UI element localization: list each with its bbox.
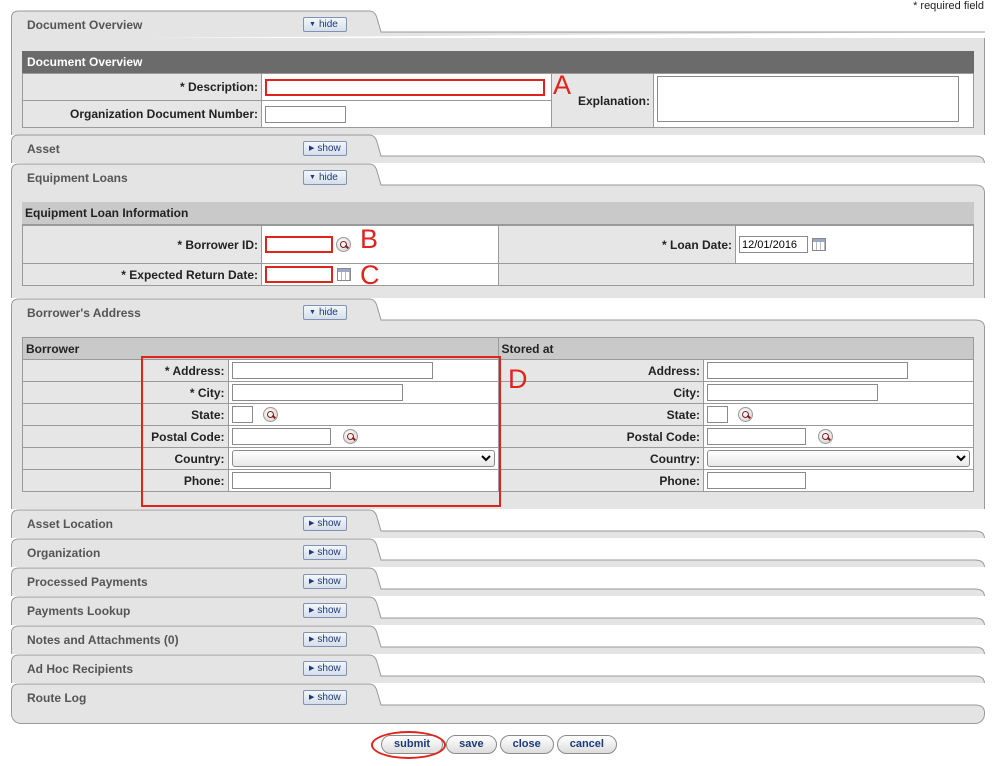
tab-payments-lookup: Payments Lookup ▶ show xyxy=(11,596,985,625)
stored-state-input[interactable] xyxy=(707,406,728,423)
highlight-ring-submit xyxy=(371,731,446,759)
expected-return-date-label: * Expected Return Date: xyxy=(22,263,262,286)
document-overview-panel: Document Overview * Description: Explana… xyxy=(11,38,985,135)
stored-address-label: Address: xyxy=(497,359,704,382)
lookup-icon[interactable] xyxy=(738,406,753,422)
tab-shape xyxy=(11,538,985,567)
tab-title: Route Log xyxy=(27,691,87,705)
stored-city-label: City: xyxy=(497,381,704,404)
calendar-icon[interactable] xyxy=(812,237,826,251)
stored-address-input[interactable] xyxy=(707,362,908,379)
show-payments-lookup-button[interactable]: ▶ show xyxy=(303,603,347,618)
org-doc-number-input[interactable] xyxy=(265,105,346,123)
tab-shape xyxy=(11,134,985,163)
tab-title: Borrower's Address xyxy=(27,306,141,320)
hide-equipment-loans-button[interactable]: ▼ hide xyxy=(303,170,347,185)
borrower-id-input[interactable] xyxy=(265,236,333,253)
tab-title: Processed Payments xyxy=(27,575,148,589)
tab-document-overview: Document Overview ▼ hide xyxy=(11,10,985,39)
triangle-right-icon: ▶ xyxy=(309,145,315,152)
org-doc-number-label: Organization Document Number: xyxy=(22,100,262,128)
tab-shape xyxy=(11,509,985,538)
show-notes-and-attachments-button[interactable]: ▶ show xyxy=(303,632,347,647)
stored-country-select[interactable] xyxy=(707,450,970,467)
triangle-right-icon: ▶ xyxy=(309,607,315,614)
tab-borrowers-address: Borrower's Address ▼ hide xyxy=(11,298,985,327)
tab-equipment-loans: Equipment Loans ▼ hide xyxy=(11,163,985,192)
tab-title: Organization xyxy=(27,546,101,560)
tab-title: Document Overview xyxy=(27,18,143,32)
stored-postal-code-input[interactable] xyxy=(707,428,806,445)
tab-processed-payments: Processed Payments ▶ show xyxy=(11,567,985,596)
marker-b: B xyxy=(360,224,379,254)
loan-date-input[interactable] xyxy=(739,236,808,253)
lookup-icon[interactable] xyxy=(818,428,833,444)
tab-asset-location: Asset Location ▶ show xyxy=(11,509,985,538)
description-label: * Description: xyxy=(22,73,262,101)
tab-title: Notes and Attachments (0) xyxy=(27,633,179,647)
tab-title: Payments Lookup xyxy=(27,604,131,618)
highlight-box-borrower-address xyxy=(141,356,501,507)
show-processed-payments-button[interactable]: ▶ show xyxy=(303,574,347,589)
show-route-log-button[interactable]: ▶ show xyxy=(303,690,347,705)
expected-return-date-input[interactable] xyxy=(265,266,333,283)
tab-title: Ad Hoc Recipients xyxy=(27,662,134,676)
section-title: Equipment Loan Information xyxy=(22,202,974,225)
tab-route-log: Route Log ▶ show xyxy=(11,683,985,712)
tab-shape xyxy=(11,596,985,625)
marker-c: C xyxy=(360,260,380,290)
triangle-down-icon: ▼ xyxy=(309,309,316,316)
tab-shape xyxy=(11,163,985,192)
equipment-loans-panel: Equipment Loan Information * Borrower ID… xyxy=(11,192,985,298)
hide-document-overview-button[interactable]: ▼ hide xyxy=(303,17,347,32)
show-ad-hoc-recipients-button[interactable]: ▶ show xyxy=(303,661,347,676)
show-asset-button[interactable]: ▶ show xyxy=(303,141,347,156)
triangle-right-icon: ▶ xyxy=(309,520,315,527)
loan-date-label: * Loan Date: xyxy=(498,225,736,264)
tab-title: Asset Location xyxy=(27,517,114,531)
section-title: Document Overview xyxy=(22,51,974,73)
tab-shape xyxy=(11,567,985,596)
show-organization-button[interactable]: ▶ show xyxy=(303,545,347,560)
tab-title: Asset xyxy=(27,142,60,156)
stored-country-label: Country: xyxy=(497,447,704,470)
tab-shape xyxy=(11,10,985,39)
save-button[interactable]: save xyxy=(446,735,497,754)
action-buttons: submit save close cancel xyxy=(0,735,998,754)
tab-shape xyxy=(11,654,985,683)
lookup-icon[interactable] xyxy=(336,236,351,252)
triangle-right-icon: ▶ xyxy=(309,549,315,556)
stored-phone-label: Phone: xyxy=(497,469,704,492)
marker-a: A xyxy=(553,70,572,100)
cancel-button[interactable]: cancel xyxy=(556,735,617,754)
stored-state-label: State: xyxy=(497,403,704,426)
tab-shape xyxy=(11,683,985,712)
stored-phone-input[interactable] xyxy=(707,472,806,489)
triangle-right-icon: ▶ xyxy=(309,636,315,643)
description-input[interactable] xyxy=(265,78,545,96)
triangle-right-icon: ▶ xyxy=(309,694,315,701)
close-button[interactable]: close xyxy=(499,735,554,754)
triangle-right-icon: ▶ xyxy=(309,665,315,672)
borrower-id-label: * Borrower ID: xyxy=(22,225,262,264)
tab-shape xyxy=(11,298,985,327)
tab-notes-and-attachments: Notes and Attachments (0) ▶ show xyxy=(11,625,985,654)
triangle-right-icon: ▶ xyxy=(309,578,315,585)
tab-organization: Organization ▶ show xyxy=(11,538,985,567)
tab-title: Equipment Loans xyxy=(27,171,128,185)
tabs-bottom-edge xyxy=(11,712,985,724)
stored-postal-code-label: Postal Code: xyxy=(497,425,704,448)
tab-asset: Asset ▶ show xyxy=(11,134,985,163)
triangle-down-icon: ▼ xyxy=(309,21,316,28)
show-asset-location-button[interactable]: ▶ show xyxy=(303,516,347,531)
marker-d: D xyxy=(508,364,528,394)
calendar-icon[interactable] xyxy=(337,267,351,281)
tab-ad-hoc-recipients: Ad Hoc Recipients ▶ show xyxy=(11,654,985,683)
empty-cell xyxy=(498,263,974,286)
triangle-down-icon: ▼ xyxy=(309,174,316,181)
explanation-textarea[interactable] xyxy=(657,76,959,122)
stored-at-header: Stored at xyxy=(497,337,974,360)
hide-borrowers-address-button[interactable]: ▼ hide xyxy=(303,305,347,320)
stored-city-input[interactable] xyxy=(707,384,878,401)
